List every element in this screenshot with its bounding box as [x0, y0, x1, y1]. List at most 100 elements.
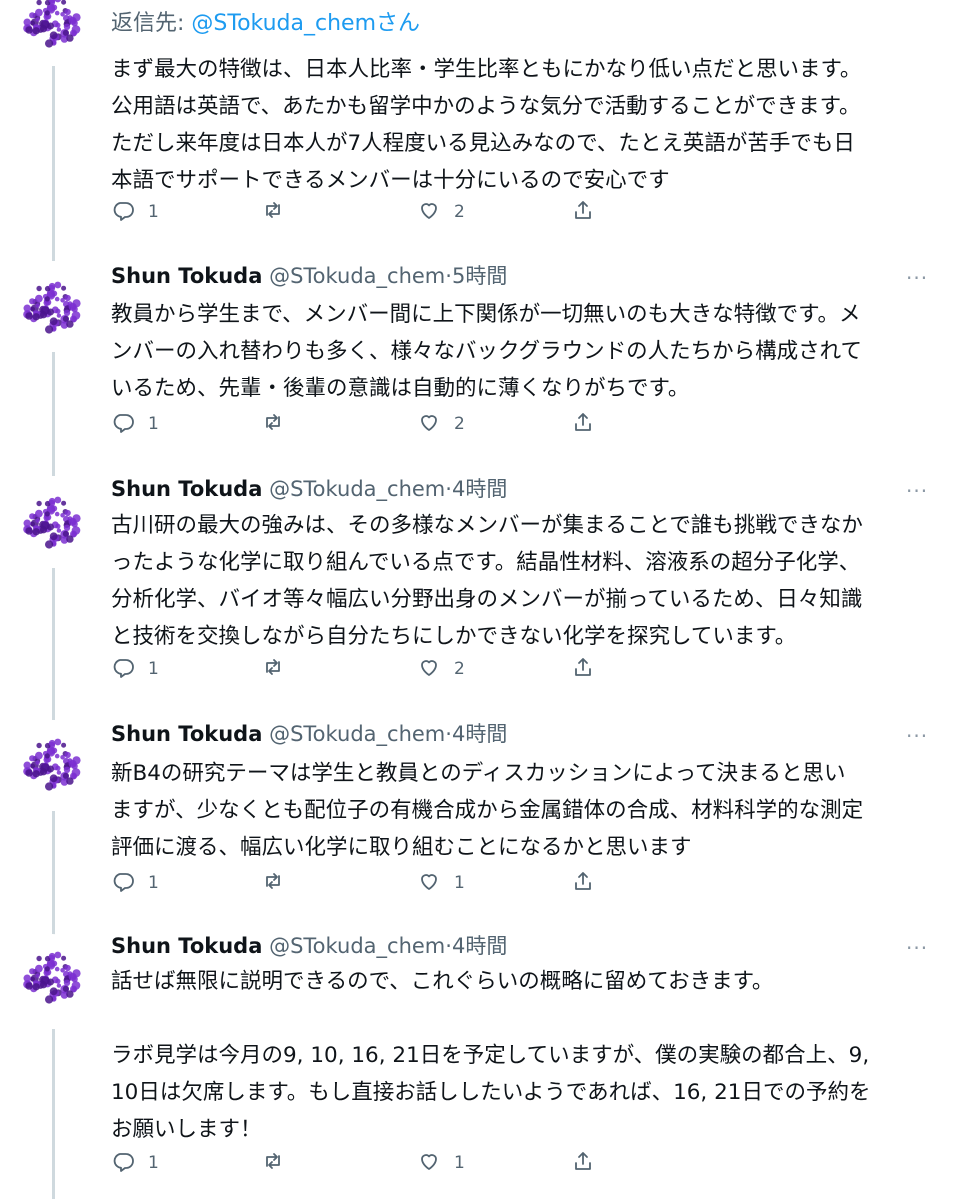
- like-button[interactable]: 1: [417, 1149, 465, 1177]
- reply-icon: [111, 198, 135, 226]
- share-button[interactable]: [571, 410, 595, 438]
- reply-button[interactable]: 1: [111, 198, 159, 226]
- timestamp[interactable]: 4時間: [452, 934, 507, 958]
- tweet[interactable]: Shun Tokuda @STokuda_chem·4時間 ··· 古川研の最大…: [0, 465, 964, 715]
- avatar[interactable]: [8, 479, 96, 567]
- separator: ·: [445, 934, 452, 958]
- share-button[interactable]: [571, 869, 595, 897]
- share-icon: [571, 869, 595, 897]
- avatar[interactable]: [8, 721, 96, 809]
- retweet-icon: [261, 198, 285, 226]
- reply-button[interactable]: 1: [111, 410, 159, 438]
- action-bar: 12: [111, 655, 611, 683]
- reply-button[interactable]: 1: [111, 869, 159, 897]
- reply-icon: [111, 1149, 135, 1177]
- tweet[interactable]: Shun Tokuda @STokuda_chem·4時間 ··· 新B4の研究…: [0, 715, 964, 930]
- retweet-button[interactable]: [261, 1149, 285, 1177]
- avatar-image: [23, 496, 81, 549]
- share-button[interactable]: [571, 198, 595, 226]
- timestamp[interactable]: 4時間: [452, 722, 507, 746]
- more-icon[interactable]: ···: [906, 938, 928, 958]
- avatar-image: [23, 0, 81, 48]
- like-button[interactable]: 1: [417, 869, 465, 897]
- share-icon: [571, 1149, 595, 1177]
- author-name[interactable]: Shun Tokuda: [111, 477, 262, 501]
- more-icon[interactable]: ···: [906, 726, 928, 746]
- avatar-image: [23, 951, 81, 1004]
- reply-button[interactable]: 1: [111, 1149, 159, 1177]
- like-button[interactable]: 2: [417, 655, 465, 683]
- tweet-text: 新B4の研究テーマは学生と教員とのディスカッションによって決まると思い ますが、…: [111, 761, 864, 860]
- reply-to-handle-link[interactable]: @STokuda_chemさん: [191, 11, 420, 36]
- action-bar: 12: [111, 198, 611, 226]
- reply-icon: [111, 655, 135, 683]
- action-bar: 11: [111, 1149, 611, 1177]
- reply-to-label: 返信先:: [111, 11, 185, 36]
- like-count: 2: [454, 202, 465, 222]
- like-count: 2: [454, 659, 465, 679]
- like-icon: [417, 869, 441, 897]
- retweet-button[interactable]: [261, 410, 285, 438]
- tweet-text: まず最大の特徴は、日本人比率・学生比率ともにかなり低い点だと思います。 公用語は…: [111, 57, 862, 193]
- retweet-button[interactable]: [261, 198, 285, 226]
- tweet-text: 教員から学生まで、メンバー間に上下関係が一切無いのも大きな特徴です。メ ンバーの…: [111, 302, 862, 401]
- like-icon: [417, 198, 441, 226]
- timestamp[interactable]: 4時間: [452, 477, 507, 501]
- tweet-text: 話せば無限に説明できるので、これぐらいの概略に留めておきます。 ラボ見学は今月の…: [111, 969, 871, 1142]
- author-handle[interactable]: @STokuda_chem: [269, 722, 445, 746]
- more-icon[interactable]: ···: [906, 481, 928, 501]
- tweet[interactable]: 返信先: @STokuda_chemさん まず最大の特徴は、日本人比率・学生比率…: [0, 0, 964, 250]
- tweet-text: 古川研の最大の強みは、その多様なメンバーが集まることで誰も挑戦できなか ったよう…: [111, 513, 863, 649]
- tweet[interactable]: Shun Tokuda @STokuda_chem·4時間 ··· 話せば無限に…: [0, 930, 964, 1199]
- action-bar: 12: [111, 410, 611, 438]
- reply-count: 1: [148, 659, 159, 679]
- reply-button[interactable]: 1: [111, 655, 159, 683]
- retweet-icon: [261, 655, 285, 683]
- like-icon: [417, 1149, 441, 1177]
- more-icon[interactable]: ···: [906, 268, 928, 288]
- author-handle[interactable]: @STokuda_chem: [269, 934, 445, 958]
- author-name[interactable]: Shun Tokuda: [111, 934, 262, 958]
- tweet-header: Shun Tokuda @STokuda_chem·4時間: [111, 721, 507, 747]
- share-icon: [571, 655, 595, 683]
- reply-to-line: 返信先: @STokuda_chemさん: [111, 10, 420, 38]
- share-icon: [571, 198, 595, 226]
- share-button[interactable]: [571, 655, 595, 683]
- like-count: 1: [454, 1153, 465, 1173]
- like-icon: [417, 655, 441, 683]
- retweet-icon: [261, 1149, 285, 1177]
- avatar[interactable]: [8, 264, 96, 352]
- timestamp[interactable]: 5時間: [452, 264, 507, 288]
- reply-icon: [111, 410, 135, 438]
- tweet-header: Shun Tokuda @STokuda_chem·5時間: [111, 263, 507, 289]
- like-button[interactable]: 2: [417, 198, 465, 226]
- avatar[interactable]: [8, 934, 96, 1022]
- tweet[interactable]: Shun Tokuda @STokuda_chem·5時間 ··· 教員から学生…: [0, 250, 964, 465]
- avatar-image: [23, 738, 81, 791]
- share-icon: [571, 410, 595, 438]
- share-button[interactable]: [571, 1149, 595, 1177]
- reply-count: 1: [148, 1153, 159, 1173]
- reply-icon: [111, 869, 135, 897]
- author-name[interactable]: Shun Tokuda: [111, 722, 262, 746]
- like-icon: [417, 410, 441, 438]
- reply-count: 1: [148, 202, 159, 222]
- avatar[interactable]: [8, 0, 96, 66]
- separator: ·: [445, 477, 452, 501]
- like-button[interactable]: 2: [417, 410, 465, 438]
- separator: ·: [445, 722, 452, 746]
- author-name[interactable]: Shun Tokuda: [111, 264, 262, 288]
- avatar-image: [23, 281, 81, 334]
- retweet-button[interactable]: [261, 655, 285, 683]
- tweet-header: Shun Tokuda @STokuda_chem·4時間: [111, 476, 507, 502]
- separator: ·: [445, 264, 452, 288]
- author-handle[interactable]: @STokuda_chem: [269, 477, 445, 501]
- retweet-button[interactable]: [261, 869, 285, 897]
- author-handle[interactable]: @STokuda_chem: [269, 264, 445, 288]
- reply-count: 1: [148, 873, 159, 893]
- reply-count: 1: [148, 414, 159, 434]
- tweet-header: Shun Tokuda @STokuda_chem·4時間: [111, 933, 507, 959]
- like-count: 1: [454, 873, 465, 893]
- like-count: 2: [454, 414, 465, 434]
- action-bar: 11: [111, 869, 611, 897]
